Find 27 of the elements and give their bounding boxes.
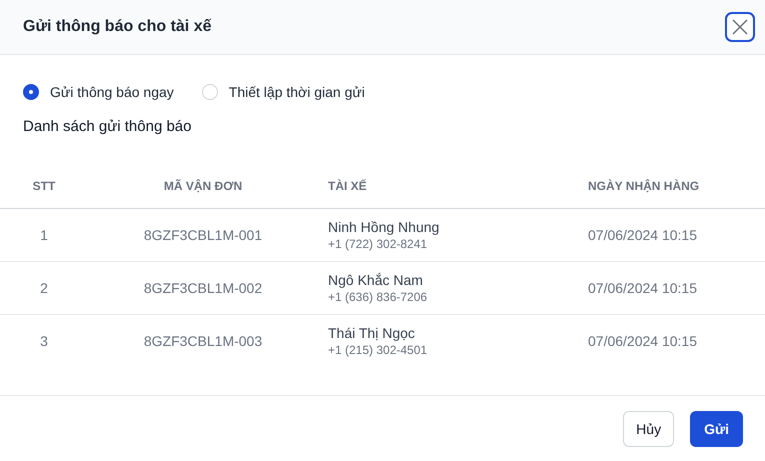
- driver-name: Ngô Khắc Nam: [328, 272, 424, 288]
- received-date: 07/06/2024 10:15: [588, 227, 697, 243]
- column-header: NGÀY NHẬN HÀNG: [588, 179, 700, 193]
- row-number: 3: [40, 333, 48, 349]
- driver-phone: +1 (215) 302-4501: [328, 343, 428, 357]
- column-header: TÀI XẾ: [328, 179, 367, 193]
- radio-option[interactable]: Gửi thông báo ngay: [23, 84, 174, 100]
- waybill-code: 8GZF3CBL1M-003: [144, 333, 262, 349]
- driver-name: Thái Thị Ngọc: [328, 325, 416, 341]
- row-number: 2: [40, 280, 48, 296]
- cancel-button[interactable]: Hủy: [623, 410, 674, 446]
- radio-option[interactable]: Thiết lập thời gian gửi: [202, 84, 365, 100]
- close-icon: [732, 19, 748, 35]
- dialog-title: Gửi thông báo cho tài xế: [23, 18, 212, 36]
- close-button[interactable]: [725, 12, 755, 42]
- send-button[interactable]: Gửi: [690, 410, 743, 446]
- waybill-code: 8GZF3CBL1M-002: [144, 280, 262, 296]
- row-number: 1: [40, 227, 48, 243]
- waybill-code: 8GZF3CBL1M-001: [144, 227, 262, 243]
- column-header: STT: [32, 179, 56, 193]
- received-date: 07/06/2024 10:15: [588, 333, 697, 349]
- received-date: 07/06/2024 10:15: [588, 280, 697, 296]
- driver-phone: +1 (722) 302-8241: [328, 237, 428, 251]
- column-header: MÃ VẬN ĐƠN: [164, 179, 242, 193]
- list-title: Danh sách gửi thông báo: [23, 118, 192, 135]
- driver-name: Ninh Hồng Nhung: [328, 219, 440, 235]
- driver-phone: +1 (636) 836-7206: [328, 290, 428, 304]
